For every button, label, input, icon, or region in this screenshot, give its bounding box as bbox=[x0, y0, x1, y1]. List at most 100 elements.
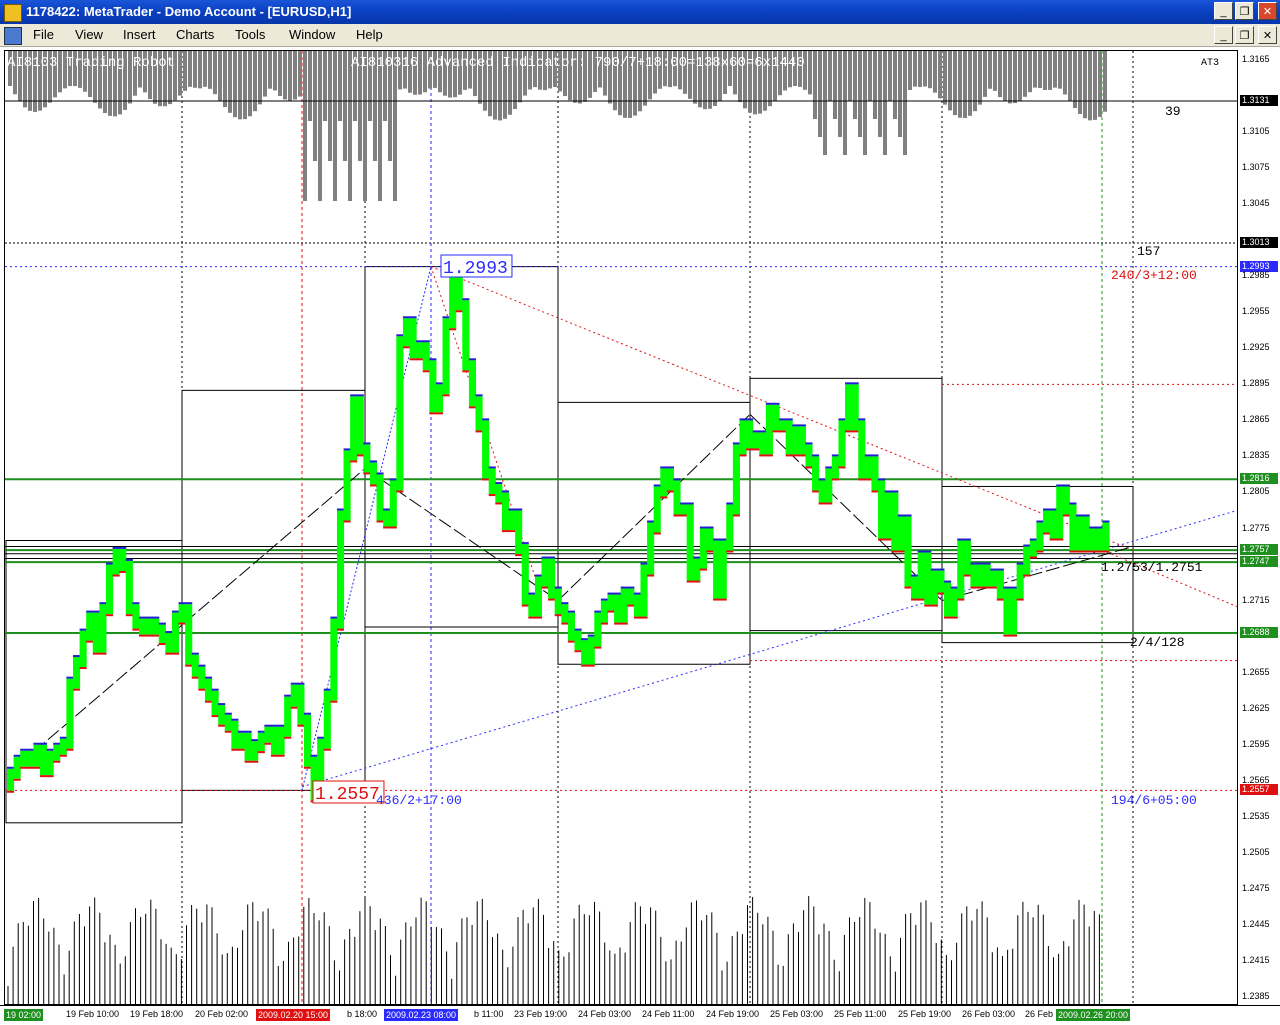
price-bar-low bbox=[614, 622, 622, 625]
price-axis[interactable]: 1.3165 1.3131 1.3105 1.3075 1.3045 1.3013 1.29… bbox=[1238, 50, 1280, 1005]
price-bar-high bbox=[508, 508, 516, 511]
indicator-bar bbox=[288, 51, 292, 101]
indicator-bar bbox=[908, 51, 912, 90]
price-bar bbox=[812, 456, 820, 491]
price-bar-high bbox=[435, 382, 444, 385]
child-close-button[interactable]: ✕ bbox=[1258, 26, 1277, 44]
price-bar-low bbox=[125, 614, 133, 617]
indicator-bar bbox=[1038, 51, 1042, 88]
price-bar-low bbox=[343, 520, 351, 523]
menu-help[interactable]: Help bbox=[356, 27, 383, 42]
indicator-bar bbox=[213, 51, 217, 95]
indicator-bar bbox=[198, 51, 202, 89]
indicator-bar bbox=[993, 51, 997, 91]
price-bar bbox=[851, 384, 859, 431]
price-bar-high bbox=[963, 538, 971, 541]
price-bar-low bbox=[891, 550, 899, 553]
minimize-button[interactable]: _ bbox=[1214, 2, 1233, 20]
price-bar-high bbox=[719, 538, 727, 541]
price-bar bbox=[211, 690, 219, 716]
price-bar-high bbox=[99, 602, 107, 605]
price-bar bbox=[693, 558, 701, 581]
price-bar-low bbox=[462, 370, 470, 373]
price-bar bbox=[20, 750, 28, 767]
price-bar bbox=[330, 618, 338, 701]
chart-window-icon[interactable] bbox=[4, 27, 22, 45]
menu-file[interactable]: File bbox=[33, 27, 54, 42]
price-bar bbox=[501, 492, 510, 531]
price-bar bbox=[323, 690, 331, 749]
indicator-bar bbox=[223, 51, 227, 108]
price-bar-high bbox=[1095, 526, 1103, 529]
menu-insert[interactable]: Insert bbox=[123, 27, 156, 42]
chart-canvas[interactable]: AI8103 Trading Robot AI810316 Advanced In… bbox=[5, 51, 1237, 1004]
price-bar-high bbox=[402, 316, 411, 319]
indicator-bar bbox=[833, 51, 837, 119]
window-title-bar[interactable]: 1178422: MetaTrader - Demo Account - [EU… bbox=[0, 0, 1280, 24]
menu-window[interactable]: Window bbox=[289, 27, 335, 42]
price-bar-high bbox=[561, 602, 569, 605]
time-label: 19 Feb 10:00 bbox=[66, 1009, 120, 1019]
price-bar-high bbox=[330, 616, 338, 619]
indicator-bar bbox=[263, 51, 267, 97]
price-bar bbox=[53, 744, 61, 761]
price-bar-high bbox=[152, 616, 160, 619]
price-highlight-1.2816: 1.2816 bbox=[1240, 473, 1278, 485]
price-bar bbox=[567, 612, 575, 641]
price-bar-low bbox=[53, 760, 61, 763]
indicator-bar bbox=[363, 51, 367, 201]
price-bar-low bbox=[594, 646, 602, 649]
price-bar-low bbox=[171, 652, 180, 655]
price-bar bbox=[752, 432, 760, 449]
child-restore-button[interactable]: ❐ bbox=[1235, 26, 1254, 44]
price-bar-high bbox=[125, 558, 133, 561]
price-bar bbox=[798, 426, 806, 455]
indicator-bar bbox=[348, 51, 352, 201]
price-bar-low bbox=[660, 496, 668, 499]
ratio-label: 1.2753/1.2751 bbox=[1101, 560, 1203, 575]
menu-view[interactable]: View bbox=[75, 27, 103, 42]
indicator-bar bbox=[308, 51, 312, 121]
price-bar bbox=[1082, 516, 1090, 551]
price-bar bbox=[270, 726, 279, 755]
menu-charts[interactable]: Charts bbox=[176, 27, 214, 42]
price-chart[interactable]: AI8103 Trading Robot AI810316 Advanced In… bbox=[4, 50, 1238, 1005]
price-bar-low bbox=[264, 742, 272, 745]
price-bar bbox=[350, 396, 358, 461]
price-bar-high bbox=[244, 730, 252, 733]
restore-button[interactable]: ❐ bbox=[1235, 2, 1254, 20]
price-bar-high bbox=[970, 562, 978, 565]
price-bar-high bbox=[198, 664, 206, 667]
price-bar-low bbox=[805, 466, 813, 469]
indicator-bar bbox=[963, 51, 967, 119]
menu-tools[interactable]: Tools bbox=[235, 27, 265, 42]
price-bar-low bbox=[746, 448, 754, 451]
price-bar-high bbox=[567, 610, 575, 613]
price-bar-low bbox=[449, 328, 457, 331]
price-bar-low bbox=[198, 688, 206, 691]
price-bar-high bbox=[396, 334, 404, 337]
price-bar-high bbox=[1036, 520, 1044, 523]
time-axis[interactable]: 19 02:00 19 Feb 10:00 19 Feb 18:00 20 Feb 0… bbox=[0, 1005, 1280, 1025]
price-bar bbox=[587, 636, 595, 665]
price-bar-low bbox=[297, 724, 305, 727]
price-bar-low bbox=[996, 598, 1004, 601]
price-bar bbox=[152, 618, 160, 635]
price-bar-low bbox=[350, 460, 358, 463]
indicator-bar bbox=[1008, 51, 1012, 104]
price-bar-low bbox=[990, 586, 998, 589]
price-bar bbox=[435, 384, 444, 413]
time-label: 25 Feb 11:00 bbox=[834, 1009, 887, 1019]
price-bar-high bbox=[7, 766, 15, 769]
price-bar-high bbox=[640, 562, 648, 565]
price-bar bbox=[878, 480, 886, 539]
price-bar-high bbox=[534, 574, 543, 577]
time-label: b 11:00 bbox=[474, 1009, 504, 1019]
close-button[interactable]: ✕ bbox=[1258, 2, 1277, 20]
price-bar-low bbox=[39, 775, 48, 778]
price-bar-high bbox=[422, 340, 430, 343]
price-bar-low bbox=[323, 748, 331, 751]
price-bar bbox=[977, 564, 985, 587]
child-minimize-button[interactable]: _ bbox=[1214, 26, 1233, 44]
price-bar-high bbox=[765, 402, 773, 405]
